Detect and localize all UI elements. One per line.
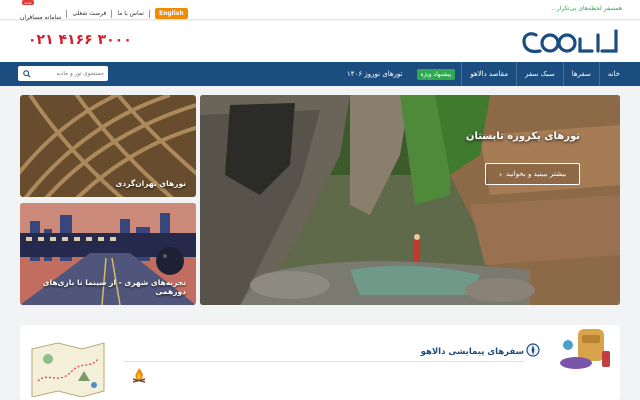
tehran-tours-card[interactable]: تورهای تهران‌گردی bbox=[20, 95, 196, 197]
hero-main-card[interactable]: تورهای یکروزه تابستان بیشتر ببینید و بخو… bbox=[200, 95, 620, 305]
contact-link[interactable]: تماس با ما bbox=[117, 10, 144, 17]
hiking-trips-section: سفرهای پیمایشی دالاهو bbox=[20, 325, 620, 400]
divider bbox=[66, 9, 68, 18]
hero-main-title: تورهای یکروزه تابستان bbox=[465, 131, 580, 142]
nav-item-home[interactable]: خانه bbox=[598, 62, 628, 86]
top-strip: همسفر لحظه‌های بی‌تکرار... English تماس … bbox=[0, 0, 640, 21]
canyon-photo bbox=[200, 95, 620, 305]
tagline: همسفر لحظه‌های بی‌تکرار... bbox=[551, 5, 622, 12]
search-icon[interactable] bbox=[20, 67, 34, 80]
hero-more-label: بیشتر ببینید و بخوانید bbox=[506, 170, 567, 178]
hero-more-button[interactable]: بیشتر ببینید و بخوانید ‹ bbox=[485, 163, 580, 185]
nav-item-travel-style[interactable]: سبک سفر bbox=[515, 62, 563, 86]
language-button[interactable]: English bbox=[154, 8, 188, 19]
campfire-icon bbox=[132, 368, 146, 383]
tehran-tours-label: تورهای تهران‌گردی bbox=[115, 179, 187, 188]
dalahoo-logo[interactable] bbox=[520, 27, 620, 57]
section-divider bbox=[124, 361, 524, 362]
section-title: سفرهای پیمایشی دالاهو bbox=[420, 347, 524, 357]
search-input[interactable] bbox=[34, 67, 108, 80]
compass-icon bbox=[526, 343, 540, 357]
nav-item-trips[interactable]: سفرها bbox=[562, 62, 599, 86]
phone-number[interactable]: ۰۲۱ ۴۱۶۶ ۳۰۰۰ bbox=[28, 32, 132, 48]
nav-item-nowruz-tours[interactable]: تورهای نوروز ۱۴۰۶ bbox=[339, 62, 410, 86]
hiking-gear-illustration bbox=[560, 329, 610, 369]
divider bbox=[111, 9, 113, 18]
treasure-map-illustration bbox=[31, 342, 105, 397]
page: همسفر لحظه‌های بی‌تکرار... English تماس … bbox=[0, 0, 640, 400]
city-experiences-card[interactable]: تجربه‌های شهری - از سینما تا بازی‌های دو… bbox=[20, 203, 196, 305]
city-experiences-label: تجربه‌های شهری - از سینما تا بازی‌های دو… bbox=[42, 278, 186, 296]
nav-item-destinations[interactable]: مقاصد دالاهو bbox=[461, 62, 516, 86]
header: ۰۲۱ ۴۱۶۶ ۳۰۰۰ bbox=[0, 21, 640, 62]
chevron-left-icon: ‹ bbox=[498, 169, 503, 179]
new-badge: جدید bbox=[22, 0, 34, 5]
special-offer-badge[interactable]: پیشنهاد ویژه bbox=[416, 68, 456, 80]
travelers-system-link[interactable]: سامانه مسافران bbox=[20, 14, 61, 21]
nav-items: خانه سفرها سبک سفر مقاصد دالاهو پیشنهاد … bbox=[339, 62, 628, 86]
search-box bbox=[18, 66, 108, 81]
main-nav: خانه سفرها سبک سفر مقاصد دالاهو پیشنهاد … bbox=[0, 62, 640, 86]
divider bbox=[148, 9, 150, 18]
jobs-link[interactable]: فرصت شغلی bbox=[72, 10, 106, 17]
